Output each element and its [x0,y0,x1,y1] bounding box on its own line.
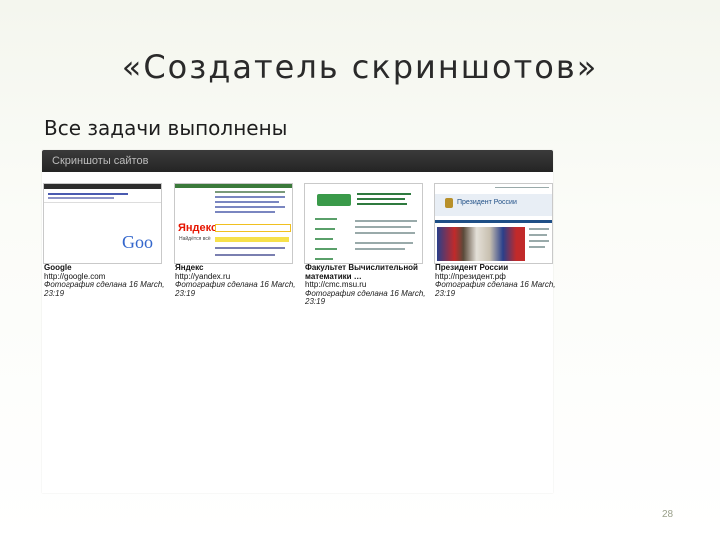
yandex-slogan: Найдётся всё [179,236,211,242]
thumbnail-grid: Goo Google http://google.com Фотография … [42,183,557,306]
thumbnail-caption: Яндекс http://yandex.ru Фотография сдела… [175,263,297,298]
kremlin-banner-title: Президент России [457,199,517,206]
screenshot-image-cmc[interactable] [304,183,423,264]
kremlin-photo [437,227,525,261]
thumbnail-date: Фотография сделана 16 March, 23:19 [305,288,426,307]
thumbnail-caption: Факультет Вычислительной математики … ht… [305,263,427,307]
thumbnail-caption: Президент России http://президент.рф Фот… [435,263,557,298]
app-header: Скриншоты сайтов [42,150,553,172]
coat-of-arms-icon [445,198,453,208]
page-number: 28 [662,509,674,520]
thumbnail-card-yandex[interactable]: Яндекс Найдётся всё Яндекс http://yandex… [174,183,297,301]
screenshot-image-yandex[interactable]: Яндекс Найдётся всё [174,183,293,264]
screenshot-image-kremlin[interactable]: Президент России [434,183,553,264]
cmc-logo [317,194,351,206]
thumbnail-card-google[interactable]: Goo Google http://google.com Фотография … [43,183,166,301]
google-logo: Goo [122,232,153,252]
thumbnail-card-kremlin[interactable]: Президент России Президент России http:/… [434,183,557,301]
thumbnail-date: Фотография сделана 16 March, 23:19 [175,280,296,298]
thumbnail-card-cmc[interactable]: Факультет Вычислительной математики … ht… [304,183,426,306]
slide-subtitle: Все задачи выполнены [44,116,288,140]
thumbnail-caption: Google http://google.com Фотография сдел… [44,263,166,298]
slide-title: «Создатель скриншотов» [121,48,599,86]
screenshots-app-window: Скриншоты сайтов Goo Google http://googl… [42,150,557,493]
thumbnail-title[interactable]: Факультет Вычислительной математики … [305,263,427,281]
screenshot-image-google[interactable]: Goo [43,183,162,264]
yandex-logo: Яндекс [178,222,218,234]
thumbnail-date: Фотография сделана 16 March, 23:19 [44,280,165,298]
thumbnail-date: Фотография сделана 16 March, 23:19 [435,280,556,298]
app-header-title: Скриншоты сайтов [52,155,149,167]
